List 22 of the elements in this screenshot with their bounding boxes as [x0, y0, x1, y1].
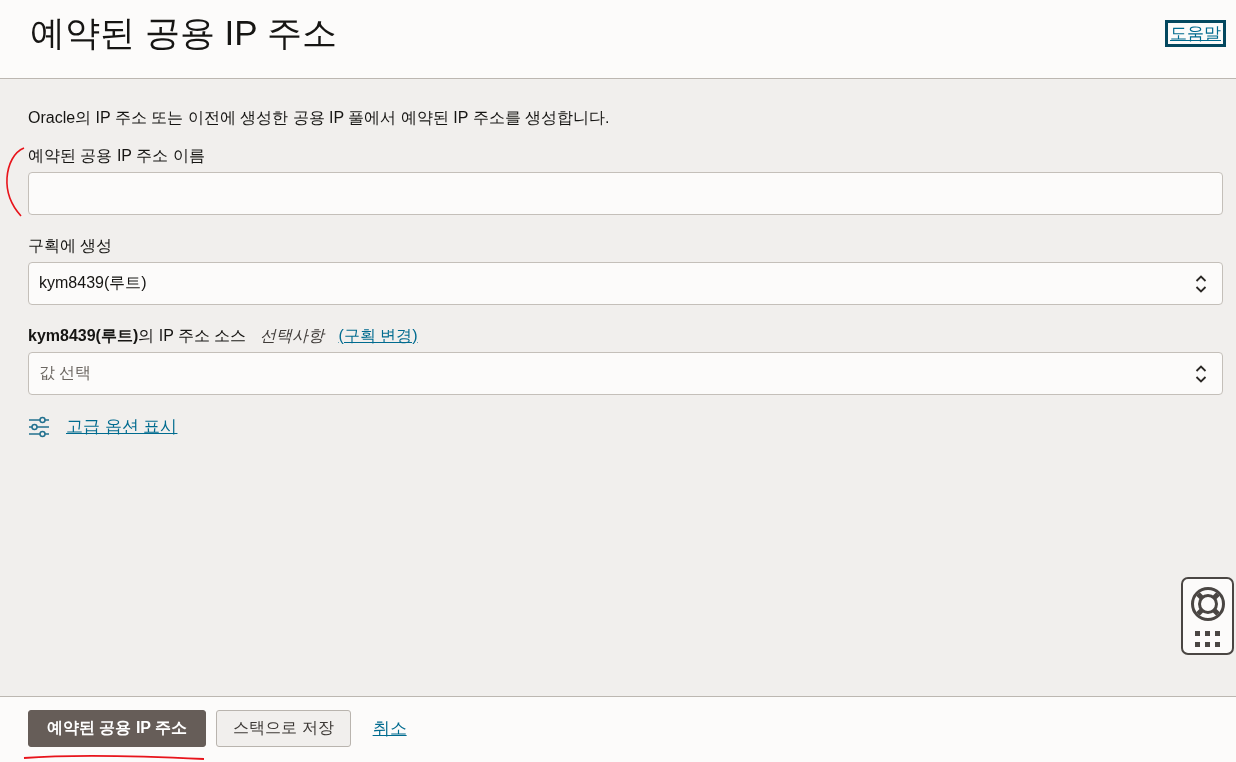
- help-link[interactable]: 도움말: [1165, 19, 1226, 47]
- description-text: Oracle의 IP 주소 또는 이전에 생성한 공용 IP 풀에서 예약된 IP 주소를 생성합니다.: [28, 108, 611, 128]
- page-title: 예약된 공용 IP 주소: [30, 12, 337, 54]
- create-button[interactable]: 예약된 공용 IP 주소: [28, 710, 207, 747]
- field-label: 예약된 공용 IP 주소 이름: [28, 146, 205, 166]
- grid-icon: [1194, 631, 1221, 647]
- help-widget-button[interactable]: [1181, 577, 1234, 655]
- advanced-options-link[interactable]: 고급 옵션 표시: [66, 416, 178, 438]
- chevrons-icon: [1195, 274, 1207, 293]
- cancel-link[interactable]: 취소: [372, 710, 407, 747]
- optional-note: 선택사항: [260, 326, 325, 346]
- change-compartment-link[interactable]: (구획 변경): [338, 326, 418, 346]
- field-label: 구획에 생성: [28, 236, 113, 256]
- sliders-icon: [28, 416, 50, 438]
- chevrons-icon: [1195, 364, 1207, 383]
- field-label: kym8439(루트)의 IP 주소 소스: [28, 326, 247, 346]
- save-as-stack-button[interactable]: 스택으로 저장: [216, 710, 351, 747]
- hand-drawn-bracket-stroke: [4, 146, 26, 218]
- lifebuoy-icon: [1189, 586, 1226, 622]
- select-field[interactable]: kym8439(루트): [28, 262, 1223, 305]
- select-field[interactable]: 값 선택: [28, 352, 1223, 395]
- text-input-field[interactable]: [28, 172, 1223, 215]
